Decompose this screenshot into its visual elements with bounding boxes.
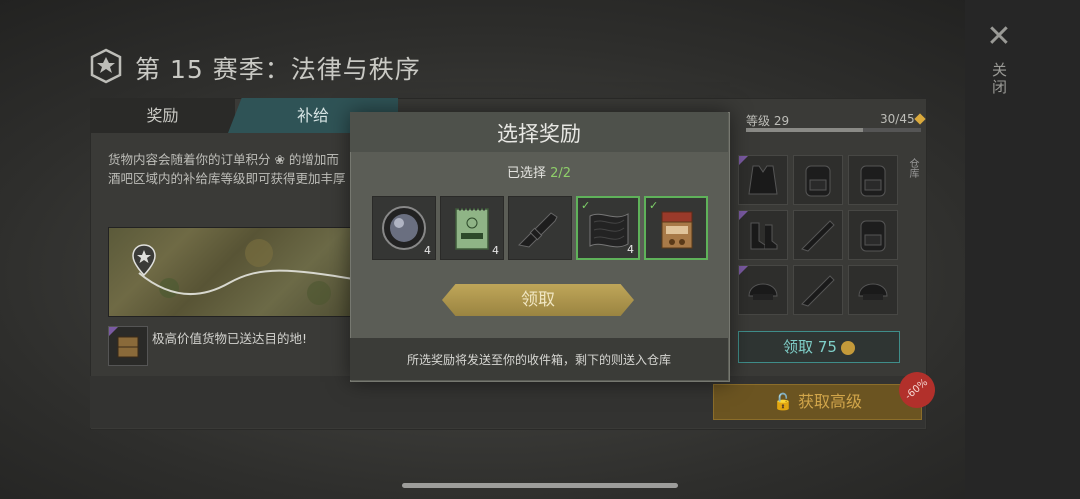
right-side-strip xyxy=(965,0,1080,499)
claim-tier-button[interactable]: 领取 75 xyxy=(738,331,900,363)
tier-item-helmet[interactable] xyxy=(738,265,788,315)
tier-item-backpack-3[interactable] xyxy=(848,210,898,260)
season-badge-icon xyxy=(90,48,122,84)
backpack-icon xyxy=(860,165,886,197)
selection-count: 2/2 xyxy=(550,166,572,181)
helmet-icon xyxy=(858,283,888,300)
page-title: 第 15 赛季：法律与秩序 xyxy=(135,55,421,84)
tier-item-backpack-2[interactable] xyxy=(848,155,898,205)
tier-item-vest[interactable] xyxy=(738,155,788,205)
description-line-2: 酒吧区域内的补给库等级即可获得更加丰厚 xyxy=(108,171,346,186)
level-progress-fill xyxy=(746,128,863,132)
map-pin-icon xyxy=(132,244,156,276)
unlock-icon: 🔓 xyxy=(772,392,793,411)
delivery-map xyxy=(108,227,360,317)
supply-description: 货物内容会随着你的订单积分 ❀ 的增加而 酒吧区域内的补给库等级即可获得更加丰厚 xyxy=(108,150,358,188)
delivery-note: 极高价值货物已送达目的地! xyxy=(152,331,308,346)
home-indicator[interactable] xyxy=(402,483,678,488)
reward-option-armor-plate[interactable]: ✓ 4 xyxy=(576,196,640,260)
lens-icon xyxy=(382,206,426,250)
get-premium-button[interactable]: 🔓 获取高级 xyxy=(713,384,922,420)
modal-title: 选择奖励 xyxy=(497,122,581,146)
notebook-icon xyxy=(455,207,489,250)
claim-tier-cost: 75 xyxy=(817,338,837,356)
tier-item-rifle-2[interactable] xyxy=(793,265,843,315)
bar-counter-icon xyxy=(661,211,693,249)
rifle-icon xyxy=(801,275,835,307)
reward-qty: 4 xyxy=(424,244,431,257)
reward-qty: 4 xyxy=(627,243,634,256)
confirm-claim-button[interactable]: 领取 xyxy=(442,284,634,316)
coin-icon xyxy=(840,340,855,355)
level-label: 等级 29 xyxy=(746,114,790,128)
selection-status: 已选择 2/2 xyxy=(350,162,728,181)
rifle-icon xyxy=(517,212,558,248)
reward-option-lens[interactable]: 4 xyxy=(372,196,436,260)
tab-rewards[interactable]: 奖励 xyxy=(90,98,235,133)
backpack-icon xyxy=(860,220,886,252)
close-icon[interactable]: ✕ xyxy=(984,22,1014,52)
tier-item-helmet-2[interactable] xyxy=(848,265,898,315)
backpack-icon xyxy=(805,165,831,197)
selection-prefix: 已选择 xyxy=(506,166,551,181)
level-progress-text: 30/45 xyxy=(880,112,915,126)
claim-tier-label: 领取 xyxy=(783,338,814,356)
storage-label: 仓库 xyxy=(907,158,918,178)
reward-option-rifle[interactable] xyxy=(508,196,572,260)
tier-item-boots[interactable] xyxy=(738,210,788,260)
crate-icon xyxy=(108,326,148,366)
reward-option-bar-counter[interactable]: ✓ xyxy=(644,196,708,260)
rifle-icon xyxy=(801,220,835,252)
close-label[interactable]: 关闭 xyxy=(986,62,1010,96)
reward-qty: 4 xyxy=(492,244,499,257)
tier-item-rifle[interactable] xyxy=(793,210,843,260)
description-line-1: 货物内容会随着你的订单积分 ❀ 的增加而 xyxy=(108,152,339,167)
premium-label: 获取高级 xyxy=(798,392,863,411)
modal-footer-text: 所选奖励将发送至你的收件箱，剩下的则送入仓库 xyxy=(406,353,671,367)
tier-item-backpack[interactable] xyxy=(793,155,843,205)
reward-option-notebook[interactable]: 4 xyxy=(440,196,504,260)
